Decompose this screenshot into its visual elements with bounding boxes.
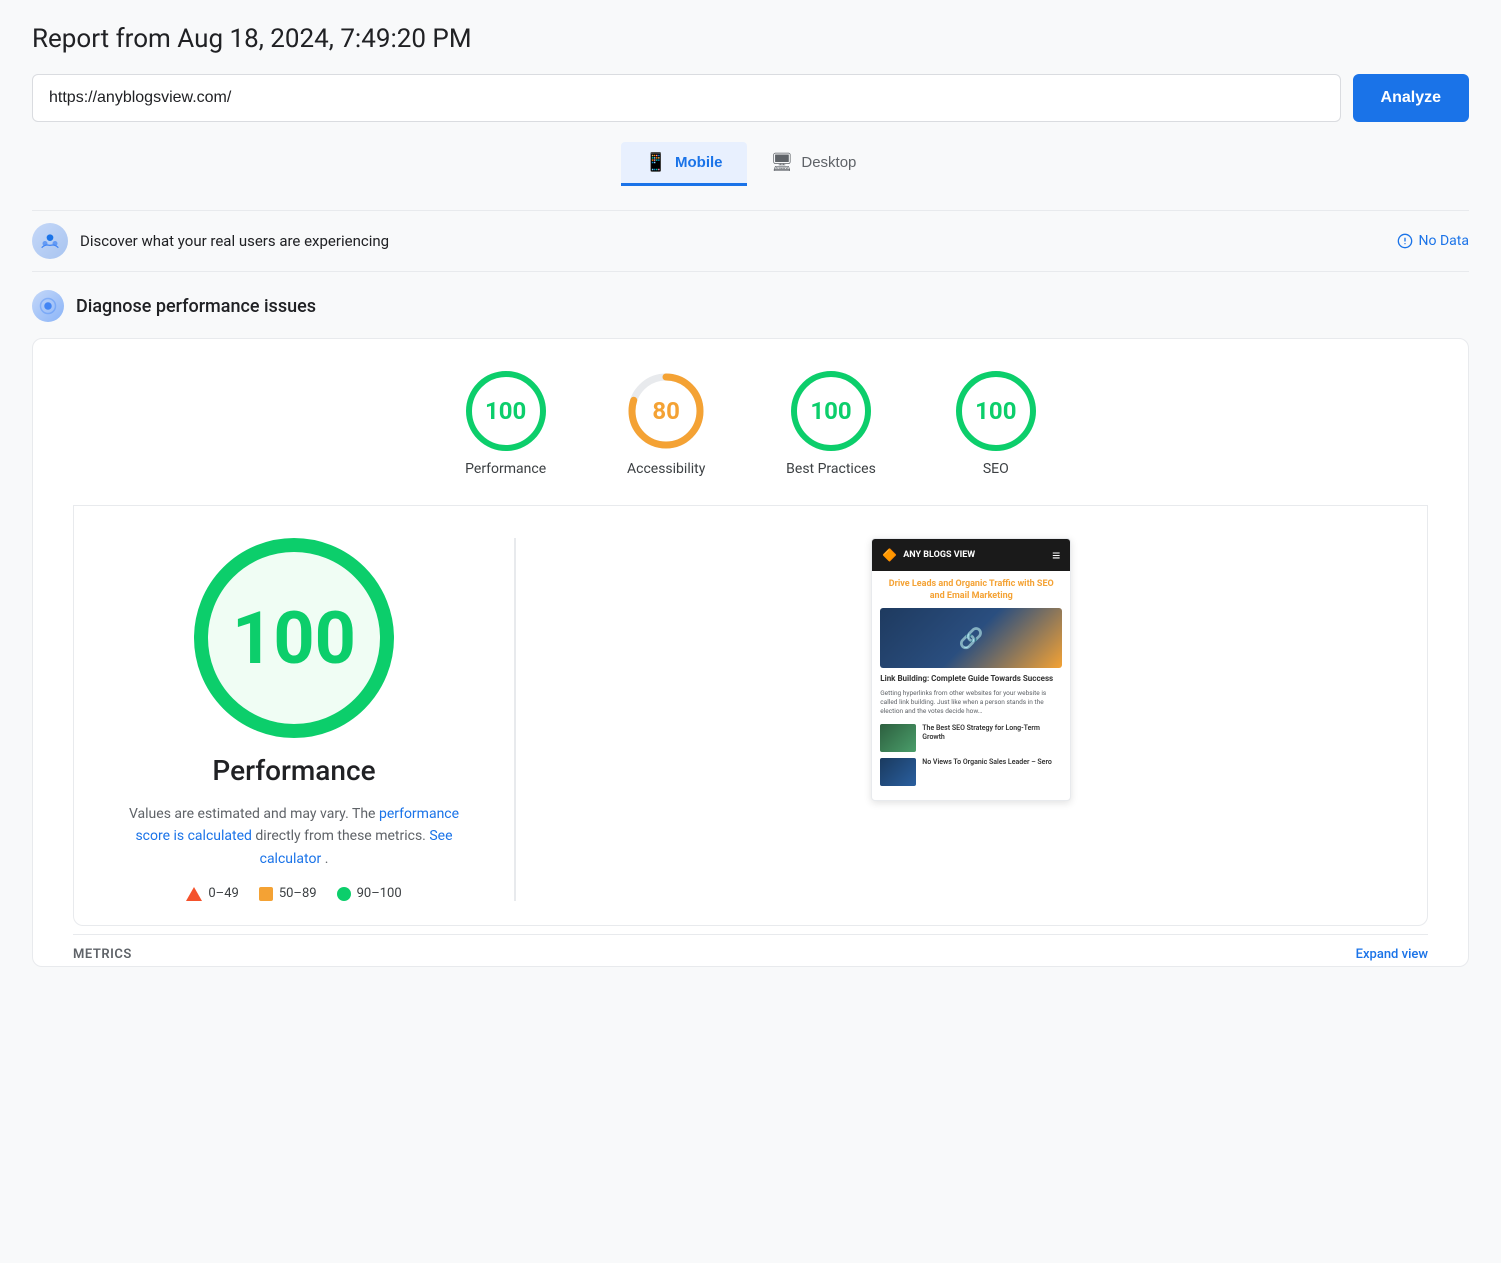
- big-score-circle: 100: [194, 538, 394, 738]
- score-circle-accessibility: 80: [626, 371, 706, 451]
- vertical-divider: [514, 538, 516, 901]
- legend-green: 90–100: [337, 886, 402, 901]
- discover-left: Discover what your real users are experi…: [32, 223, 389, 259]
- score-circle-best-practices: 100: [791, 371, 871, 451]
- discover-row: Discover what your real users are experi…: [32, 210, 1469, 272]
- analyze-button[interactable]: Analyze: [1353, 74, 1469, 122]
- detail-right: 🔶 ANY BLOGS VIEW ≡ Drive Leads and Organ…: [556, 538, 1388, 801]
- preview-headline: Drive Leads and Organic Traffic with SEO…: [880, 579, 1062, 602]
- score-label-seo: SEO: [983, 461, 1009, 477]
- diagnose-row: Diagnose performance issues: [32, 290, 1469, 322]
- legend-row: 0–49 50–89 90–100: [186, 886, 401, 901]
- desc-mid-text: directly from these metrics.: [255, 828, 425, 844]
- preview-headline-part2: and Email Marketing: [930, 591, 1013, 601]
- legend-red-range: 0–49: [208, 886, 238, 901]
- detail-section: 100 Performance Values are estimated and…: [73, 506, 1428, 926]
- legend-green-range: 90–100: [357, 886, 402, 901]
- diagnose-text: Diagnose performance issues: [76, 296, 316, 317]
- preview-article2-title: The Best SEO Strategy for Long-Term Grow…: [922, 724, 1062, 742]
- score-value-performance: 100: [485, 397, 526, 425]
- mobile-icon: 📱: [645, 152, 667, 173]
- preview-thumb-2: [880, 724, 916, 752]
- hamburger-icon: ≡: [1052, 547, 1060, 564]
- score-performance: 100 Performance: [465, 371, 546, 477]
- score-label-accessibility: Accessibility: [627, 461, 705, 477]
- page-title: Report from Aug 18, 2024, 7:49:20 PM: [32, 24, 1469, 54]
- score-label-best-practices: Best Practices: [786, 461, 876, 477]
- metrics-label: METRICS: [73, 947, 132, 962]
- preview-header: 🔶 ANY BLOGS VIEW ≡: [872, 539, 1070, 571]
- url-bar-row: Analyze: [32, 74, 1469, 122]
- preview-site-name: ANY BLOGS VIEW: [903, 550, 975, 560]
- score-label-performance: Performance: [465, 461, 546, 477]
- preview-body: Drive Leads and Organic Traffic with SEO…: [872, 571, 1070, 800]
- score-best-practices: 100 Best Practices: [786, 371, 876, 477]
- score-circle-seo: 100: [956, 371, 1036, 451]
- desc-end: .: [325, 851, 329, 867]
- score-value-best-practices: 100: [810, 397, 851, 425]
- discover-text: Discover what your real users are experi…: [80, 232, 389, 250]
- detail-inner: 100 Performance Values are estimated and…: [114, 538, 1387, 901]
- score-value-seo: 100: [975, 397, 1016, 425]
- preview-thumb-3: [880, 758, 916, 786]
- big-score-value: 100: [232, 596, 356, 681]
- tabs-row: 📱 Mobile 🖥 Desktop: [32, 142, 1469, 186]
- url-input[interactable]: [32, 74, 1341, 122]
- detail-description: Values are estimated and may vary. The p…: [114, 803, 474, 870]
- preview-article1-title: Link Building: Complete Guide Towards Su…: [880, 674, 1062, 684]
- tab-desktop[interactable]: 🖥 Desktop: [747, 142, 881, 186]
- preview-article1-body: Getting hyperlinks from other websites f…: [880, 689, 1062, 716]
- legend-orange-dot: [259, 887, 273, 901]
- tab-desktop-label: Desktop: [801, 154, 856, 171]
- preview-headline-accent: SEO: [1037, 579, 1054, 589]
- link-icon: 🔗: [959, 626, 984, 650]
- legend-orange-range: 50–89: [279, 886, 317, 901]
- desc-text: Values are estimated and may vary. The: [129, 806, 376, 822]
- discover-icon: [32, 223, 68, 259]
- score-accessibility: 80 Accessibility: [626, 371, 706, 477]
- detail-left: 100 Performance Values are estimated and…: [114, 538, 474, 901]
- info-icon: [1397, 233, 1413, 249]
- score-circle-performance: 100: [466, 371, 546, 451]
- detail-title: Performance: [212, 754, 375, 787]
- legend-triangle-icon: [186, 887, 202, 901]
- tab-mobile[interactable]: 📱 Mobile: [621, 142, 747, 186]
- preview-main-image: 🔗: [880, 608, 1062, 668]
- legend-orange: 50–89: [259, 886, 317, 901]
- metrics-footer: METRICS Expand view: [73, 934, 1428, 966]
- preview-article2-row: The Best SEO Strategy for Long-Term Grow…: [880, 724, 1062, 752]
- preview-headline-part1: Drive Leads and Organic Traffic with: [889, 579, 1035, 589]
- site-preview: 🔶 ANY BLOGS VIEW ≡ Drive Leads and Organ…: [871, 538, 1071, 801]
- desktop-icon: 🖥: [771, 152, 794, 173]
- score-seo: 100 SEO: [956, 371, 1036, 477]
- diagnose-icon: [32, 290, 64, 322]
- legend-red: 0–49: [186, 886, 238, 901]
- score-value-accessibility: 80: [652, 397, 680, 425]
- scores-card: 100 Performance 80 Accessibility 100 Be: [32, 338, 1469, 967]
- expand-view-link[interactable]: Expand view: [1356, 947, 1428, 962]
- legend-green-dot: [337, 887, 351, 901]
- preview-article3-title: No Views To Organic Sales Leader – Sero: [922, 758, 1052, 767]
- no-data-label: No Data: [1419, 233, 1469, 249]
- no-data-link[interactable]: No Data: [1397, 233, 1469, 249]
- logo-icon: 🔶: [882, 548, 897, 562]
- scores-row: 100 Performance 80 Accessibility 100 Be: [73, 371, 1428, 505]
- preview-article3-row: No Views To Organic Sales Leader – Sero: [880, 758, 1062, 786]
- tab-mobile-label: Mobile: [675, 154, 723, 171]
